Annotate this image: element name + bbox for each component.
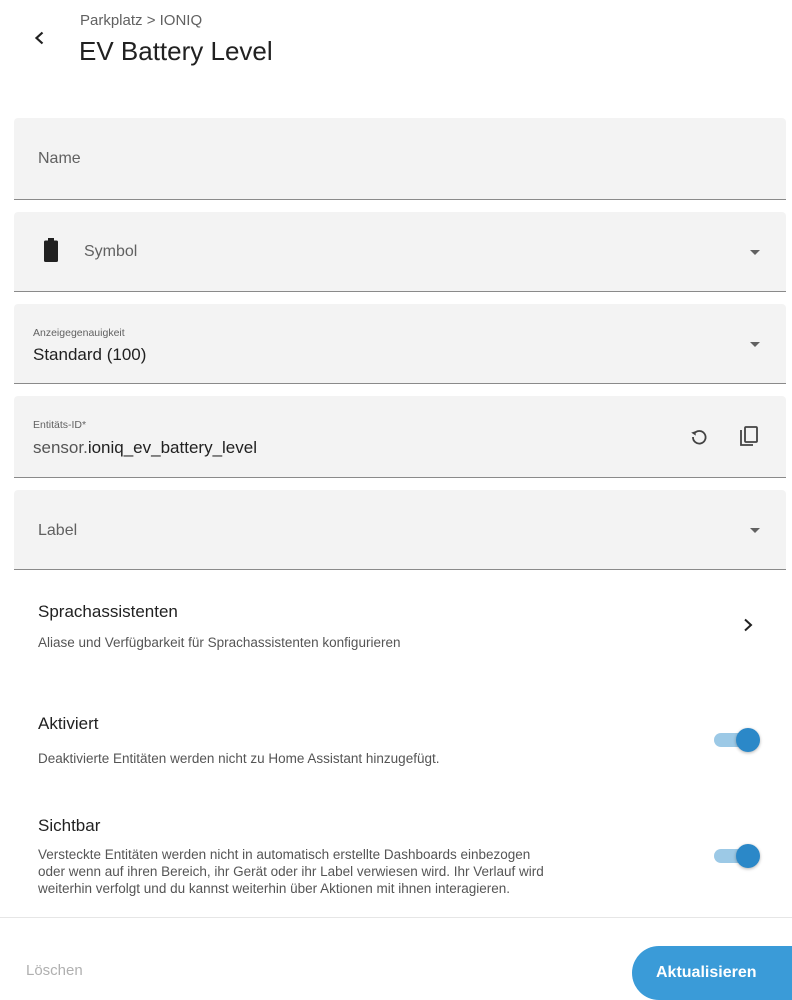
header: Parkplatz > IONIQ EV Battery Level (0, 0, 792, 90)
delete-button[interactable]: Löschen (26, 962, 83, 979)
precision-label: Anzeigegenauigkeit (33, 327, 125, 339)
precision-value: Standard (100) (33, 345, 147, 364)
dropdown-arrow-icon (750, 250, 760, 255)
breadcrumb: Parkplatz > IONIQ (80, 12, 203, 29)
update-button-label: Aktualisieren (656, 964, 757, 981)
voice-assistants-row[interactable]: Sprachassistenten Aliase und Verfügbarke… (0, 590, 792, 666)
dropdown-arrow-icon (750, 342, 760, 347)
entity-id-value: sensor.ioniq_ev_battery_level (33, 438, 257, 458)
battery-icon (44, 238, 58, 267)
visible-row: Sichtbar Versteckte Entitäten werden nic… (0, 808, 792, 913)
name-placeholder: Name (38, 150, 81, 167)
copy-icon (740, 426, 758, 446)
toggle-knob (736, 844, 760, 868)
entity-id-label: Entitäts-ID* (33, 419, 87, 431)
voice-assistants-title: Sprachassistenten (38, 602, 178, 621)
dropdown-arrow-icon (750, 528, 760, 533)
visible-description: Versteckte Entitäten werden nicht in aut… (38, 846, 544, 897)
restore-icon (691, 430, 707, 445)
label-select[interactable]: Label (14, 490, 786, 570)
voice-assistants-description: Aliase und Verfügbarkeit für Sprachassis… (38, 635, 401, 650)
enabled-toggle[interactable] (712, 724, 762, 754)
name-field[interactable]: Name (14, 118, 786, 200)
symbol-placeholder: Symbol (84, 243, 138, 260)
restore-entity-id-button[interactable] (685, 423, 713, 451)
visible-description-line: oder wenn auf ihren Bereich, ihr Gerät o… (38, 864, 544, 879)
back-button[interactable] (28, 26, 52, 50)
chevron-left-icon (34, 31, 44, 45)
entity-id-prefix: sensor. (33, 438, 88, 457)
visible-title: Sichtbar (38, 816, 101, 835)
enabled-title: Aktiviert (38, 714, 99, 733)
visible-description-line: weiterhin verfolgt und du kannst weiterh… (38, 881, 511, 896)
symbol-field[interactable]: Symbol (14, 212, 786, 292)
visible-description-line: Versteckte Entitäten werden nicht in aut… (38, 847, 531, 862)
entity-id-name: ioniq_ev_battery_level (87, 438, 257, 457)
entity-id-field[interactable]: Entitäts-ID* sensor.ioniq_ev_battery_lev… (14, 396, 786, 478)
display-precision-select[interactable]: Anzeigegenauigkeit Standard (100) (14, 304, 786, 384)
enabled-row: Aktiviert Deaktivierte Entitäten werden … (0, 706, 792, 776)
visible-toggle[interactable] (712, 840, 762, 870)
toggle-knob (736, 728, 760, 752)
footer-divider (0, 917, 792, 918)
enabled-description: Deaktivierte Entitäten werden nicht zu H… (38, 751, 440, 766)
page-title: EV Battery Level (79, 36, 273, 66)
chevron-right-icon (744, 618, 753, 632)
label-placeholder: Label (38, 522, 78, 539)
update-button[interactable]: Aktualisieren (632, 946, 792, 1000)
copy-entity-id-button[interactable] (735, 423, 763, 451)
